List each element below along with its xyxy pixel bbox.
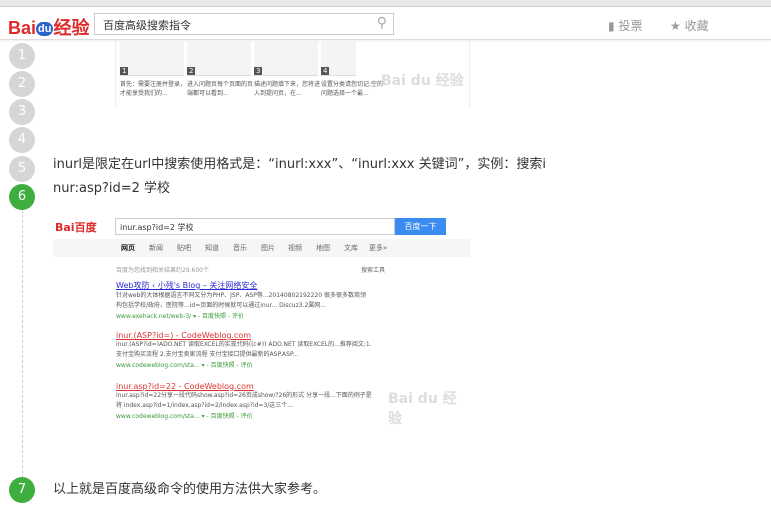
nav-item: 音乐	[233, 244, 247, 252]
search-value: 百度高级搜索指令	[103, 19, 191, 32]
shot-search-input: inur.asp?id=2 学校	[115, 218, 395, 235]
search-input[interactable]: 百度高级搜索指令 ⚲	[94, 13, 394, 35]
step6-text-cont: nur:asp?id=2 学校	[53, 181, 171, 196]
bar-chart-icon: ▮	[608, 19, 615, 33]
result-title: inur.asp?id=22 - CodeWeblog.com	[116, 382, 254, 391]
step7-text: 以上就是百度高级命令的使用方法供大家参考。	[53, 482, 327, 497]
step-number: 2	[9, 71, 35, 97]
shot-nav: 网页 新闻 贴吧 知道 音乐 图片 视频 地图 文库 更多»	[53, 239, 470, 257]
result-url: www.codeweblog.com/sta... ▾ - 百度快照 - 评价	[116, 362, 253, 369]
step-connector	[22, 210, 23, 478]
result-desc: 针对web的大体根据语言不同又分为PHP、JSP、ASP等...20140802…	[116, 292, 366, 299]
thumbnail[interactable]: 1	[120, 40, 184, 76]
search-tools: 搜索工具	[361, 267, 386, 274]
result-url: www.codeweblog.com/sta... ▾ - 百度快照 - 评价	[116, 413, 253, 420]
result-desc: 构包括学校/政府、医院等...id=页面的时候就可以通过inur... Disc…	[116, 302, 326, 309]
nav-item: 新闻	[149, 244, 163, 252]
watermark: Bai du 经验	[381, 73, 464, 89]
step-number-active: 7	[9, 477, 35, 503]
result-title: Web攻防 ‹ 小残's Blog – 关注网络安全	[116, 281, 258, 290]
step-number: 5	[9, 156, 35, 182]
thumb-number: 3	[254, 67, 263, 75]
step-number-active: 6	[9, 184, 35, 210]
thumbnail[interactable]: 2	[187, 40, 251, 76]
nav-item: 地图	[316, 244, 330, 252]
browser-top-bar	[0, 0, 771, 7]
result-count: 百度为您找到相关结果约29,600个	[116, 267, 209, 274]
step-thumbnails: 1 2 3 4 首先：需要注册并登录，才能享受我们的... 进入问题页每个页面的…	[115, 40, 470, 108]
step-number: 3	[9, 99, 35, 125]
logo-paw: du	[36, 22, 54, 36]
search-result: inur.asp?id=22 - CodeWeblog.com inur.asp…	[116, 382, 406, 420]
result-title: inur.(ASP?id=) - CodeWeblog.com	[116, 331, 252, 340]
step-number: 1	[9, 43, 35, 69]
favorite-label: 收藏	[684, 19, 709, 33]
result-desc: 将 index.asp?id=1/index.asp?id=2/index.as…	[116, 402, 294, 409]
nav-item: 贴吧	[177, 244, 191, 252]
result-desc: inur.(ASP?id=)ADO.NET 读取EXCEL的实现代码((c#))…	[116, 341, 372, 348]
thumb-number: 2	[187, 67, 196, 75]
thumb-number: 1	[120, 67, 129, 75]
thumb-number: 4	[321, 67, 330, 75]
nav-item: 视频	[288, 244, 302, 252]
shot-search-button: 百度一下	[395, 218, 446, 235]
search-icon[interactable]: ⚲	[377, 15, 387, 31]
step6-screenshot: Bai百度 inur.asp?id=2 学校 百度一下 网页 新闻 贴吧 知道 …	[53, 213, 470, 432]
nav-item: 更多»	[369, 244, 388, 252]
logo-suffix: 经验	[53, 18, 90, 38]
search-result: inur.(ASP?id=) - CodeWeblog.com inur.(AS…	[116, 331, 406, 369]
nav-item: 知道	[205, 244, 219, 252]
baidu-jingyan-logo[interactable]: Bai du 经验	[8, 14, 89, 40]
site-header: Bai du 经验 百度高级搜索指令 ⚲ ▮ 投票 ★ 收藏	[0, 7, 771, 40]
star-icon: ★	[670, 19, 681, 33]
result-desc: 支付宝购买流程 2.支付宝卖家流程 支付宝接口提供最新的ASP.ASP...	[116, 351, 299, 358]
vote-button[interactable]: ▮ 投票	[608, 17, 642, 34]
logo-text: Bai	[8, 18, 37, 38]
thumbnail[interactable]: 3	[254, 40, 318, 76]
nav-item: 网页	[121, 244, 135, 252]
search-result: Web攻防 ‹ 小残's Blog – 关注网络安全 针对web的大体根据语言不…	[116, 280, 406, 320]
vote-label: 投票	[618, 19, 643, 33]
thumbnail[interactable]: 4	[321, 40, 356, 76]
result-desc: inur.asp?id=22分享一段代码show.asp?id=26页成show…	[116, 392, 372, 399]
nav-item: 文库	[344, 244, 358, 252]
thumb-caption: 首先：需要注册并登录，才能享受我们的...	[120, 81, 187, 97]
thumb-caption: 进入问题页每个页面的页端都可以看到...	[187, 81, 254, 97]
nav-item: 图片	[261, 244, 275, 252]
favorite-button[interactable]: ★ 收藏	[670, 17, 709, 34]
baidu-logo: Bai百度	[55, 221, 97, 234]
step6-text: inurl是限定在url中搜索使用格式是：“inurl:xxx”、“inurl:…	[53, 157, 546, 172]
thumb-caption: 设置分类请您切记:空的问题选择一个最...	[321, 81, 384, 97]
watermark: Bai du 经验	[388, 391, 457, 427]
thumb-caption: 描述问题填下来，您将进入到提问页，在...	[254, 81, 321, 97]
step-number: 4	[9, 127, 35, 153]
result-url: www.exehack.net/web-3/ ▾ - 百度快照 - 评价	[116, 313, 245, 320]
